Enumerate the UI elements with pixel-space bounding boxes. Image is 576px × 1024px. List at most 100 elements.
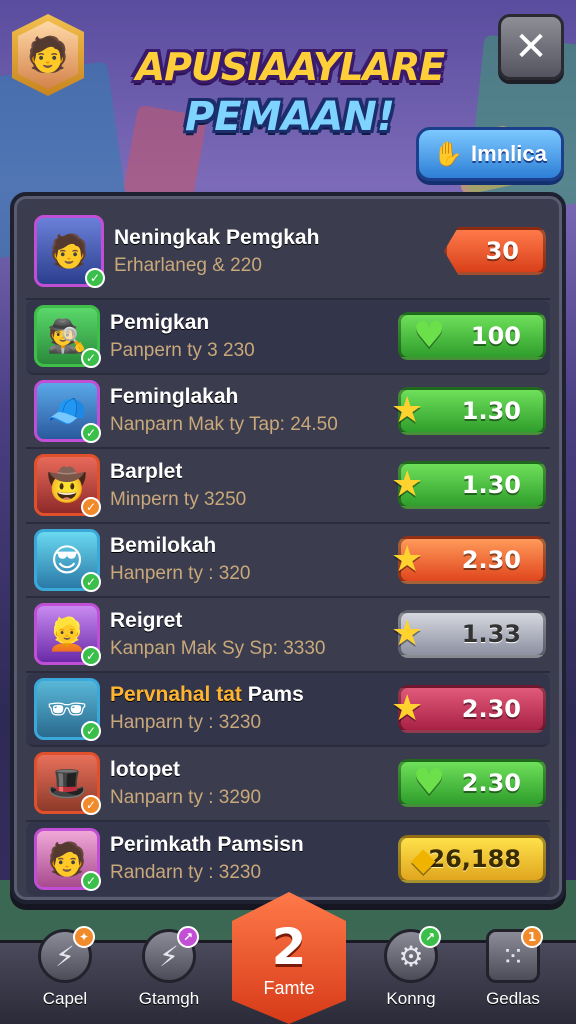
player-stats: Hanpern ty : 320 bbox=[110, 563, 251, 585]
badge-icon: ↗ bbox=[177, 926, 199, 948]
check-icon: ✓ bbox=[81, 422, 101, 443]
close-button[interactable]: ✕ bbox=[498, 14, 564, 80]
player-stats: Randarn ty : 3230 bbox=[110, 862, 262, 884]
notification-badge: 1 bbox=[521, 926, 543, 948]
grid-icon: ⁙ 1 bbox=[486, 926, 543, 983]
score-pill[interactable]: ♥ 100 bbox=[398, 312, 546, 361]
score-value: 26,188 bbox=[428, 844, 521, 873]
star-icon: ★ bbox=[391, 687, 424, 729]
player-stats: Panpern ty 3 230 bbox=[110, 339, 255, 361]
score-value: 100 bbox=[470, 322, 521, 351]
badge-icon: ✦ bbox=[73, 926, 95, 948]
player-avatar: 👱 ✓ bbox=[34, 603, 101, 667]
player-name: Pemigkan bbox=[110, 310, 210, 334]
score-pill[interactable]: ★ 1.33 bbox=[391, 610, 546, 659]
list-item[interactable]: 😎 ✓ Bemilokah Hanpern ty : 320 ★ 2.30 bbox=[26, 524, 550, 598]
player-avatar-portrait: 🧑 bbox=[18, 21, 78, 89]
player-name: Reigret bbox=[110, 608, 183, 632]
list-item[interactable]: 🧑 ✓ Neningkak Pemgkah Erharlaneg & 220 30 bbox=[26, 204, 550, 300]
nav-item-gtamgh[interactable]: ⚡ ↗ Gtamgh bbox=[124, 926, 214, 1024]
list-item[interactable]: 🧢 ✓ Feminglakah Nanparn Mak ty Tap: 24.50… bbox=[26, 375, 550, 449]
nav-item-capel[interactable]: ⚡ ✦ Capel bbox=[20, 926, 110, 1024]
player-stats: Nanparn Mak ty Tap: 24.50 bbox=[110, 414, 338, 436]
score-pill[interactable]: ♥ 2.30 bbox=[398, 759, 546, 808]
check-icon: ✓ bbox=[81, 497, 101, 518]
badge-icon: ↗ bbox=[419, 926, 441, 948]
star-icon: ★ bbox=[391, 538, 424, 580]
player-name: Feminglakah bbox=[110, 385, 239, 409]
page-title: APUSIAAYLARE PEMAAN! bbox=[100, 42, 480, 142]
nav-item-konng[interactable]: ⚙ ↗ Konng bbox=[366, 926, 456, 1024]
star-icon: ★ bbox=[391, 464, 424, 506]
check-icon: ✓ bbox=[81, 720, 101, 741]
nav-label: Famte bbox=[263, 978, 315, 998]
gem-icon: ◆ bbox=[411, 839, 436, 878]
player-name-rest: Pams bbox=[247, 683, 304, 707]
score-value: 2.30 bbox=[461, 769, 521, 798]
nav-label: Gtamgh bbox=[138, 989, 200, 1008]
player-name: Neningkak Pemgkah bbox=[114, 225, 320, 249]
player-avatar: 🧑 ✓ bbox=[34, 215, 105, 288]
player-avatar: 🧢 ✓ bbox=[34, 379, 101, 443]
player-stats: Hanparn ty : 3230 bbox=[110, 712, 262, 734]
player-name: lotopet bbox=[110, 757, 180, 781]
player-avatar: 🕶 ✓ bbox=[34, 677, 101, 741]
score-pill[interactable]: ◆ 26,188 bbox=[398, 834, 546, 883]
nav-label: Capel bbox=[42, 989, 88, 1008]
score-pill[interactable]: ★ 2.30 bbox=[391, 684, 546, 733]
check-icon: ✓ bbox=[81, 870, 101, 891]
player-avatar: 😎 ✓ bbox=[34, 528, 101, 592]
check-icon: ✓ bbox=[81, 571, 101, 592]
player-name: Barplet bbox=[110, 459, 183, 483]
hand-icon: ✋ bbox=[433, 140, 464, 168]
heart-icon: ♥ bbox=[413, 762, 446, 804]
score-pill[interactable]: 30 bbox=[444, 227, 546, 275]
lightning-icon: ⚡ ↗ bbox=[142, 926, 199, 983]
score-value: 2.30 bbox=[461, 545, 521, 574]
player-avatar: 🎩 ✓ bbox=[34, 752, 101, 816]
player-stats: Nanparn ty : 3290 bbox=[110, 786, 262, 808]
score-value: 1.30 bbox=[461, 396, 521, 425]
score-value: 30 bbox=[485, 237, 519, 265]
nav-label: Konng bbox=[386, 989, 436, 1008]
invite-button-label: Imnlica bbox=[471, 141, 547, 166]
leaderboard-panel: 🧑 ✓ Neningkak Pemgkah Erharlaneg & 220 30… bbox=[10, 192, 566, 904]
nav-label: Gedlas bbox=[486, 989, 540, 1008]
player-name-highlight: Pervnahal tat bbox=[110, 683, 242, 707]
list-item[interactable]: 🕵 ✓ Pemigkan Panpern ty 3 230 ♥ 100 bbox=[26, 300, 550, 375]
player-name: Perimkath Pamsisn bbox=[110, 833, 304, 857]
list-item[interactable]: 🕶 ✓ Pervnahal tat Pams Hanparn ty : 3230 … bbox=[26, 672, 550, 747]
player-stats: Kanpan Mak Sy Sp: 3330 bbox=[110, 637, 326, 659]
lightning-icon: ⚡ ✦ bbox=[38, 926, 95, 983]
check-icon: ✓ bbox=[81, 795, 101, 816]
score-value: 1.30 bbox=[461, 471, 521, 500]
score-pill[interactable]: ★ 1.30 bbox=[391, 461, 546, 510]
player-name: Bemilokah bbox=[110, 534, 217, 558]
famte-number: 2 bbox=[271, 918, 307, 976]
score-pill[interactable]: ★ 1.30 bbox=[391, 386, 546, 435]
check-icon: ✓ bbox=[81, 348, 101, 369]
heart-icon: ♥ bbox=[413, 315, 446, 357]
star-icon: ★ bbox=[391, 613, 424, 655]
player-stats: Minpern ty 3250 bbox=[110, 488, 247, 510]
invite-button[interactable]: ✋ Imnlica bbox=[416, 127, 564, 181]
check-icon: ✓ bbox=[81, 646, 101, 667]
score-value: 1.33 bbox=[461, 620, 521, 649]
title-line-1: APUSIAAYLARE bbox=[135, 45, 445, 89]
list-item[interactable]: 🧑 ✓ Perimkath Pamsisn Randarn ty : 3230 ◆… bbox=[26, 821, 550, 896]
score-pill[interactable]: ★ 2.30 bbox=[391, 535, 546, 584]
player-avatar: 🤠 ✓ bbox=[34, 454, 101, 518]
player-avatar: 🕵 ✓ bbox=[34, 305, 101, 369]
player-avatar: 🧑 ✓ bbox=[34, 827, 101, 891]
player-stats: Erharlaneg & 220 bbox=[114, 254, 262, 276]
star-icon: ★ bbox=[391, 389, 424, 431]
gear-icon: ⚙ ↗ bbox=[384, 926, 441, 983]
nav-item-gedlas[interactable]: ⁙ 1 Gedlas bbox=[468, 926, 558, 1024]
list-item[interactable]: 🎩 ✓ lotopet Nanparn ty : 3290 ♥ 2.30 bbox=[26, 747, 550, 822]
check-icon: ✓ bbox=[85, 268, 105, 288]
score-value: 2.30 bbox=[461, 694, 521, 723]
list-item[interactable]: 🤠 ✓ Barplet Minpern ty 3250 ★ 1.30 bbox=[26, 449, 550, 524]
close-icon: ✕ bbox=[514, 24, 548, 70]
player-name: Pervnahal tat Pams bbox=[110, 683, 398, 707]
list-item[interactable]: 👱 ✓ Reigret Kanpan Mak Sy Sp: 3330 ★ 1.33 bbox=[26, 598, 550, 673]
